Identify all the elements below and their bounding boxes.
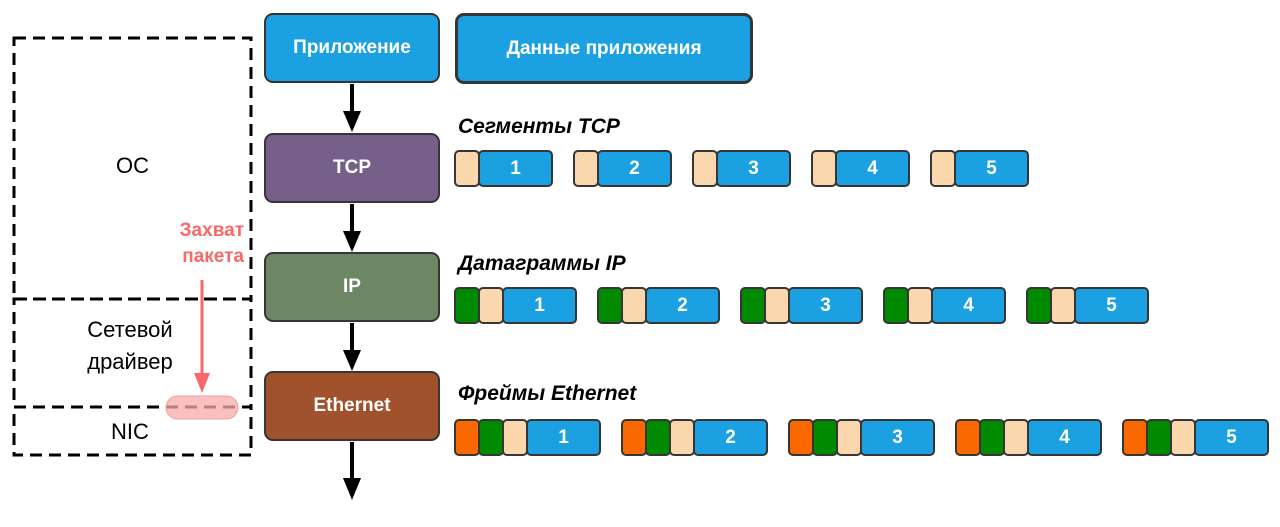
tcp-segment: 5 <box>930 150 1029 187</box>
nic-zone-label: NIC <box>111 419 149 444</box>
row-title-ip-datagrams: Датаграммы IP <box>458 252 626 275</box>
capture-label-line1: Захват <box>179 220 244 241</box>
ethernet-frame: 1 <box>454 419 601 456</box>
ethernet-header <box>454 419 480 456</box>
capture-point-marker <box>165 395 239 420</box>
tcp-header <box>692 150 718 187</box>
layer-ip: IP <box>264 252 440 322</box>
os-zone-label: ОС <box>116 153 149 178</box>
driver-zone-label: Сетевой драйвер <box>60 314 200 378</box>
tcp-header <box>502 419 528 456</box>
capture-label-line2: пакета <box>182 246 244 267</box>
tcp-header <box>1170 419 1196 456</box>
ip-header <box>454 287 480 324</box>
driver-zone-label-line2: драйвер <box>87 349 173 374</box>
ip-header <box>597 287 623 324</box>
ip-datagram: 4 <box>883 287 1006 324</box>
layer-application: Приложение <box>264 13 440 83</box>
tcp-header <box>669 419 695 456</box>
row-title-tcp-segments: Сегменты TCP <box>458 115 620 138</box>
row-title-ethernet-frames: Фреймы Ethernet <box>458 382 637 405</box>
payload: 2 <box>693 419 768 456</box>
ip-header <box>645 419 671 456</box>
driver-zone-label-line1: Сетевой <box>87 317 173 342</box>
ip-header <box>1026 287 1052 324</box>
tcp-header <box>621 287 647 324</box>
stack-arrow-ethernet-out <box>343 442 361 500</box>
ip-header <box>812 419 838 456</box>
ip-header <box>478 419 504 456</box>
stack-arrow-tcp-ip <box>343 204 361 252</box>
application-data-block: Данные приложения <box>455 13 753 84</box>
payload: 1 <box>502 287 577 324</box>
tcp-header <box>930 150 956 187</box>
tcp-header <box>907 287 933 324</box>
payload: 4 <box>835 150 910 187</box>
stack-arrow-ip-ethernet <box>343 323 361 371</box>
tcp-header <box>1003 419 1029 456</box>
ethernet-header <box>1122 419 1148 456</box>
ethernet-frame: 5 <box>1122 419 1269 456</box>
ethernet-frame: 2 <box>621 419 768 456</box>
payload: 1 <box>526 419 601 456</box>
tcp-header <box>573 150 599 187</box>
ethernet-header <box>621 419 647 456</box>
payload: 1 <box>478 150 553 187</box>
payload: 5 <box>1194 419 1269 456</box>
tcp-segment: 1 <box>454 150 553 187</box>
ip-datagram: 2 <box>597 287 720 324</box>
payload: 3 <box>860 419 935 456</box>
tcp-segment: 3 <box>692 150 791 187</box>
ip-header <box>883 287 909 324</box>
payload: 2 <box>597 150 672 187</box>
ethernet-header <box>955 419 981 456</box>
layer-ethernet: Ethernet <box>264 371 440 441</box>
payload: 4 <box>931 287 1006 324</box>
payload: 3 <box>716 150 791 187</box>
tcp-header <box>836 419 862 456</box>
tcp-header <box>764 287 790 324</box>
ethernet-header <box>788 419 814 456</box>
ip-header <box>740 287 766 324</box>
payload: 5 <box>954 150 1029 187</box>
ip-datagram: 3 <box>740 287 863 324</box>
ip-datagram: 1 <box>454 287 577 324</box>
payload: 4 <box>1027 419 1102 456</box>
payload: 5 <box>1074 287 1149 324</box>
ethernet-frame: 4 <box>955 419 1102 456</box>
tcp-header <box>811 150 837 187</box>
tcp-segment: 2 <box>573 150 672 187</box>
layer-tcp: TCP <box>264 133 440 203</box>
tcp-segment: 4 <box>811 150 910 187</box>
tcp-header <box>1050 287 1076 324</box>
tcp-header <box>478 287 504 324</box>
payload: 2 <box>645 287 720 324</box>
ip-header <box>979 419 1005 456</box>
ip-header <box>1146 419 1172 456</box>
stack-arrow-app-tcp <box>343 84 361 132</box>
tcp-header <box>454 150 480 187</box>
payload: 3 <box>788 287 863 324</box>
ethernet-frame: 3 <box>788 419 935 456</box>
ip-datagram: 5 <box>1026 287 1149 324</box>
capture-label: Захват пакета <box>140 218 244 270</box>
